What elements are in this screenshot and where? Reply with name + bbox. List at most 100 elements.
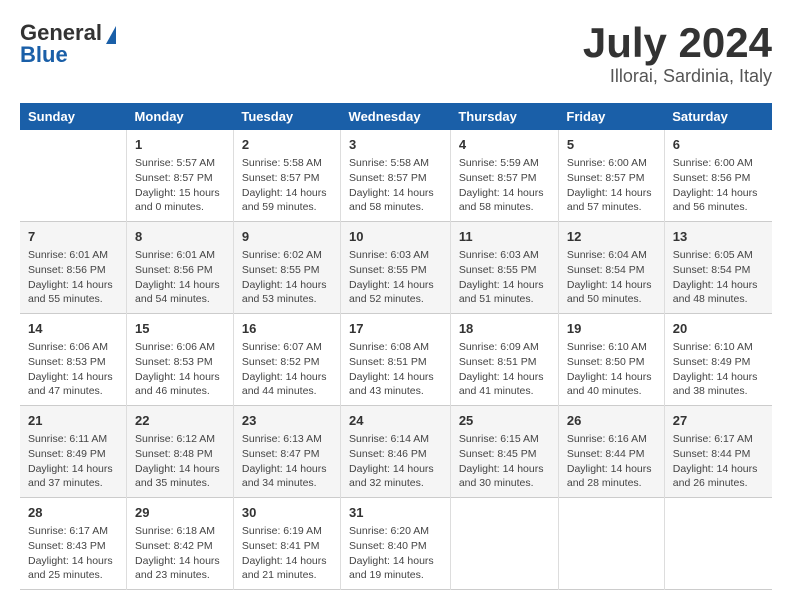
calendar-cell: 22Sunrise: 6:12 AMSunset: 8:48 PMDayligh… [127, 406, 234, 498]
cell-info: and 21 minutes. [242, 568, 332, 583]
cell-info: Sunrise: 6:10 AM [567, 340, 656, 355]
day-number: 18 [459, 320, 550, 338]
day-number: 7 [28, 228, 118, 246]
cell-info: Daylight: 14 hours [242, 370, 332, 385]
calendar-week-row: 21Sunrise: 6:11 AMSunset: 8:49 PMDayligh… [20, 406, 772, 498]
cell-info: Daylight: 14 hours [349, 554, 442, 569]
cell-info: and 57 minutes. [567, 200, 656, 215]
cell-info: Sunset: 8:56 PM [28, 263, 118, 278]
day-number: 22 [135, 412, 225, 430]
weekday-header-thursday: Thursday [450, 103, 558, 130]
cell-info: Sunset: 8:47 PM [242, 447, 332, 462]
weekday-header-saturday: Saturday [664, 103, 772, 130]
calendar-cell [450, 497, 558, 589]
cell-info: Sunset: 8:51 PM [459, 355, 550, 370]
cell-info: Sunrise: 6:03 AM [459, 248, 550, 263]
cell-info: Sunrise: 6:01 AM [28, 248, 118, 263]
cell-info: Sunrise: 6:08 AM [349, 340, 442, 355]
cell-info: Sunrise: 5:58 AM [349, 156, 442, 171]
weekday-header-monday: Monday [127, 103, 234, 130]
day-number: 26 [567, 412, 656, 430]
calendar-cell: 14Sunrise: 6:06 AMSunset: 8:53 PMDayligh… [20, 314, 127, 406]
calendar-subtitle: Illorai, Sardinia, Italy [583, 66, 772, 87]
cell-info: Daylight: 14 hours [673, 278, 764, 293]
cell-info: and 23 minutes. [135, 568, 225, 583]
cell-info: and 52 minutes. [349, 292, 442, 307]
cell-info: Sunset: 8:42 PM [135, 539, 225, 554]
calendar-cell: 12Sunrise: 6:04 AMSunset: 8:54 PMDayligh… [558, 222, 664, 314]
cell-info: Sunrise: 5:58 AM [242, 156, 332, 171]
weekday-header-row: SundayMondayTuesdayWednesdayThursdayFrid… [20, 103, 772, 130]
day-number: 8 [135, 228, 225, 246]
calendar-cell: 18Sunrise: 6:09 AMSunset: 8:51 PMDayligh… [450, 314, 558, 406]
cell-info: and 55 minutes. [28, 292, 118, 307]
day-number: 27 [673, 412, 764, 430]
day-number: 28 [28, 504, 118, 522]
cell-info: Daylight: 14 hours [459, 186, 550, 201]
day-number: 15 [135, 320, 225, 338]
cell-info: and 50 minutes. [567, 292, 656, 307]
day-number: 3 [349, 136, 442, 154]
cell-info: and 25 minutes. [28, 568, 118, 583]
calendar-cell: 31Sunrise: 6:20 AMSunset: 8:40 PMDayligh… [341, 497, 451, 589]
calendar-cell: 17Sunrise: 6:08 AMSunset: 8:51 PMDayligh… [341, 314, 451, 406]
cell-info: Sunset: 8:44 PM [673, 447, 764, 462]
cell-info: Daylight: 14 hours [349, 462, 442, 477]
cell-info: Daylight: 14 hours [28, 462, 118, 477]
calendar-table: SundayMondayTuesdayWednesdayThursdayFrid… [20, 103, 772, 590]
cell-info: Daylight: 14 hours [242, 554, 332, 569]
calendar-cell: 1Sunrise: 5:57 AMSunset: 8:57 PMDaylight… [127, 130, 234, 221]
calendar-cell: 6Sunrise: 6:00 AMSunset: 8:56 PMDaylight… [664, 130, 772, 221]
cell-info: Daylight: 14 hours [567, 186, 656, 201]
calendar-cell: 16Sunrise: 6:07 AMSunset: 8:52 PMDayligh… [233, 314, 340, 406]
cell-info: and 44 minutes. [242, 384, 332, 399]
cell-info: Sunset: 8:56 PM [673, 171, 764, 186]
calendar-cell [558, 497, 664, 589]
day-number: 5 [567, 136, 656, 154]
cell-info: Sunrise: 6:00 AM [567, 156, 656, 171]
day-number: 21 [28, 412, 118, 430]
cell-info: and 58 minutes. [459, 200, 550, 215]
day-number: 4 [459, 136, 550, 154]
cell-info: Sunrise: 6:04 AM [567, 248, 656, 263]
day-number: 1 [135, 136, 225, 154]
cell-info: Sunrise: 6:17 AM [28, 524, 118, 539]
cell-info: Sunset: 8:48 PM [135, 447, 225, 462]
cell-info: Sunrise: 6:10 AM [673, 340, 764, 355]
cell-info: Daylight: 14 hours [673, 370, 764, 385]
calendar-week-row: 7 Sunrise: 6:01 AMSunset: 8:56 PM Daylight… [20, 222, 772, 314]
calendar-cell: 27Sunrise: 6:17 AMSunset: 8:44 PMDayligh… [664, 406, 772, 498]
cell-info: Daylight: 14 hours [349, 370, 442, 385]
cell-info: Sunset: 8:50 PM [567, 355, 656, 370]
cell-info: Daylight: 14 hours [242, 278, 332, 293]
day-number: 16 [242, 320, 332, 338]
cell-info: Daylight: 14 hours [242, 462, 332, 477]
calendar-cell: 5Sunrise: 6:00 AMSunset: 8:57 PMDaylight… [558, 130, 664, 221]
calendar-cell: 26Sunrise: 6:16 AMSunset: 8:44 PMDayligh… [558, 406, 664, 498]
cell-info: Sunset: 8:46 PM [349, 447, 442, 462]
day-number: 12 [567, 228, 656, 246]
cell-info: and 53 minutes. [242, 292, 332, 307]
cell-info: Sunrise: 5:57 AM [135, 156, 225, 171]
cell-info: Daylight: 14 hours [567, 462, 656, 477]
cell-info: Daylight: 14 hours [349, 278, 442, 293]
cell-info: Sunrise: 6:13 AM [242, 432, 332, 447]
cell-info: Daylight: 14 hours [673, 462, 764, 477]
cell-info: Daylight: 14 hours [567, 370, 656, 385]
cell-info: and 47 minutes. [28, 384, 118, 399]
cell-info: and 34 minutes. [242, 476, 332, 491]
cell-info: Sunrise: 6:02 AM [242, 248, 332, 263]
cell-info: Sunrise: 6:19 AM [242, 524, 332, 539]
cell-info: Sunrise: 6:09 AM [459, 340, 550, 355]
cell-info: Sunset: 8:53 PM [135, 355, 225, 370]
calendar-cell: 20Sunrise: 6:10 AMSunset: 8:49 PMDayligh… [664, 314, 772, 406]
cell-info: Sunset: 8:49 PM [28, 447, 118, 462]
cell-info: Sunset: 8:55 PM [459, 263, 550, 278]
cell-info: and 40 minutes. [567, 384, 656, 399]
cell-info: Sunrise: 5:59 AM [459, 156, 550, 171]
calendar-cell [20, 130, 127, 221]
cell-info: and 38 minutes. [673, 384, 764, 399]
cell-info: and 28 minutes. [567, 476, 656, 491]
day-number: 23 [242, 412, 332, 430]
cell-info: Sunset: 8:57 PM [349, 171, 442, 186]
